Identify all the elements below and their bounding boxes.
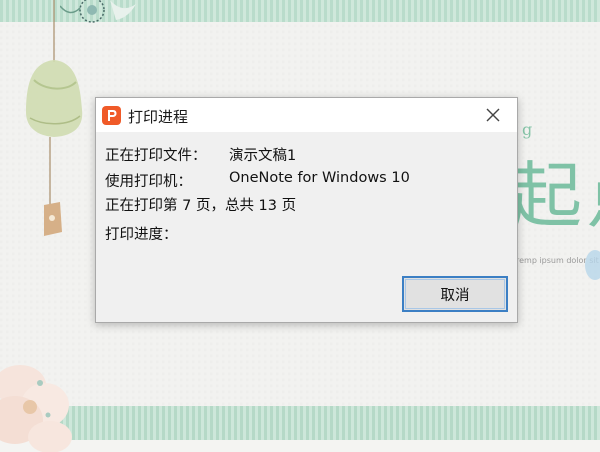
cancel-button-label: 取消 [440, 287, 470, 304]
flower-decoration [0, 365, 72, 452]
wind-chime-decoration [26, 0, 83, 236]
printer-label: 使用打印机： [105, 174, 192, 190]
print-progress-row: 打印进度： [105, 223, 178, 244]
wps-presentation-icon [102, 106, 121, 125]
printer-value: OneNote for Windows 10 [229, 170, 410, 186]
page-progress-row: 正在打印第 7 页，总共 13 页 [105, 194, 296, 215]
dialog-title: 打印进程 [128, 108, 189, 126]
page-progress-text: 正在打印第 7 页，总共 13 页 [105, 198, 297, 214]
cancel-button[interactable]: 取消 [402, 276, 508, 312]
dialog-titlebar[interactable]: 打印进程 [96, 98, 517, 132]
bottom-stripe [0, 406, 600, 440]
printer-row: 使用打印机： OneNote for Windows 10 [105, 170, 410, 191]
bottom-band [0, 440, 600, 452]
print-progress-dialog: 打印进程 正在打印文件： 演示文稿1 使用打印机： OneNote for Wi… [95, 97, 518, 323]
printing-file-row: 正在打印文件： 演示文稿1 [105, 144, 296, 165]
blue-decoration [585, 250, 600, 280]
printing-file-label: 正在打印文件： [105, 148, 207, 164]
dialog-body: 正在打印文件： 演示文稿1 使用打印机： OneNote for Windows… [96, 132, 517, 322]
background-heading: 起点 [510, 154, 600, 238]
background-small-text: g [522, 120, 533, 139]
print-progress-label: 打印进度： [105, 227, 178, 243]
printing-file-value: 演示文稿1 [229, 148, 297, 164]
close-icon[interactable] [483, 105, 503, 125]
